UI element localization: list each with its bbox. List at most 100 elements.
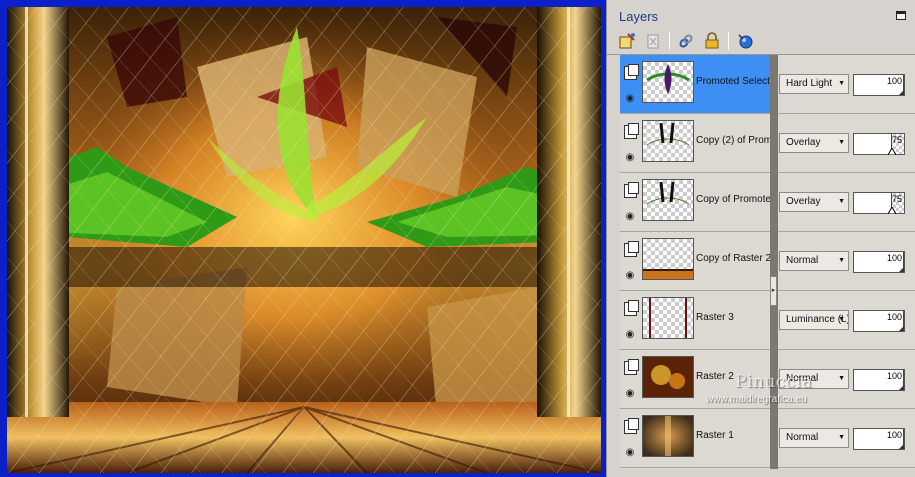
dropdown-arrow-icon: ▼ <box>838 257 845 264</box>
opacity-slider[interactable]: 100 <box>853 251 905 273</box>
layer-thumbnail <box>642 179 694 221</box>
layer-group-toggle-icon[interactable] <box>624 123 639 139</box>
opacity-value: 100 <box>886 76 902 86</box>
layer-name: Copy of Raster 2 <box>696 253 770 264</box>
opacity-fill <box>854 134 892 154</box>
layer-name: Copy of Promoted Selection <box>696 194 770 205</box>
opacity-value: 100 <box>886 430 902 440</box>
dropdown-arrow-icon: ▼ <box>838 434 845 441</box>
dropdown-arrow-icon: ▼ <box>838 80 845 87</box>
opacity-value: 100 <box>886 312 902 322</box>
artwork-image <box>7 7 601 473</box>
watermark-url: www.maidiregrafica.eu <box>706 394 807 405</box>
opacity-slider[interactable]: 100 <box>853 310 905 332</box>
layer-properties-row: Hard Light ▼ 100 <box>778 55 915 114</box>
opacity-slider[interactable]: 75 <box>853 192 905 214</box>
visibility-eye-icon[interactable]: ◉ <box>623 211 637 222</box>
layer-group-toggle-icon[interactable] <box>624 359 639 375</box>
opacity-slider[interactable]: 100 <box>853 74 905 96</box>
opacity-corner-icon <box>899 267 904 272</box>
layer-group-toggle-icon[interactable] <box>624 418 639 434</box>
opacity-corner-icon <box>899 444 904 449</box>
layer-group-toggle-icon[interactable] <box>624 182 639 198</box>
layer-properties-row: Overlay ▼ 75 <box>778 114 915 173</box>
splitter-arrow-icon[interactable]: ▸ <box>770 276 777 306</box>
canvas-artwork[interactable] <box>7 7 601 473</box>
watermark-name: Pinuccia <box>735 372 813 392</box>
opacity-fill <box>854 193 892 213</box>
layers-toolbar <box>617 30 755 52</box>
blend-mode-select[interactable]: Luminance (L) ▼ <box>779 310 849 330</box>
blend-mode-value: Overlay <box>786 196 821 207</box>
toolbar-separator <box>728 32 729 50</box>
layer-row[interactable]: ◉ Copy of Raster 2 <box>620 232 770 291</box>
opacity-value: 75 <box>891 194 902 204</box>
layer-row[interactable]: ◉ Copy of Promoted Selection <box>620 173 770 232</box>
mask-icon[interactable] <box>735 31 755 51</box>
opacity-marker-icon[interactable] <box>888 207 896 214</box>
app-window: Layers ◉ Promoted Selection ◉ Copy (2) of P… <box>0 0 915 477</box>
layer-thumbnail <box>642 120 694 162</box>
layer-row[interactable]: ◉ Copy (2) of Promoted Selection <box>620 114 770 173</box>
visibility-eye-icon[interactable]: ◉ <box>623 388 637 399</box>
layer-thumbnail <box>642 415 694 457</box>
opacity-value: 75 <box>891 135 902 145</box>
dropdown-arrow-icon: ▼ <box>838 375 845 382</box>
blend-mode-select[interactable]: Overlay ▼ <box>779 192 849 212</box>
layer-properties-row: Normal ▼ 100 <box>778 232 915 291</box>
layer-thumbnail <box>642 297 694 339</box>
layer-properties-row: Luminance (L) ▼ 100 <box>778 291 915 350</box>
opacity-slider[interactable]: 100 <box>853 428 905 450</box>
opacity-value: 100 <box>886 253 902 263</box>
panel-splitter[interactable] <box>770 55 778 469</box>
layer-thumbnail <box>642 356 694 398</box>
opacity-corner-icon <box>899 385 904 390</box>
canvas-frame <box>0 0 606 477</box>
layer-thumbnail <box>642 61 694 103</box>
opacity-slider[interactable]: 100 <box>853 369 905 391</box>
delete-layer-icon[interactable] <box>643 31 663 51</box>
layer-group-toggle-icon[interactable] <box>624 300 639 316</box>
layer-properties-row: Normal ▼ 100 <box>778 409 915 468</box>
layer-row[interactable]: ◉ Raster 3 <box>620 291 770 350</box>
blend-mode-select[interactable]: Normal ▼ <box>779 251 849 271</box>
layer-name: Raster 1 <box>696 430 734 441</box>
layer-name: Promoted Selection <box>696 76 770 87</box>
lock-icon[interactable] <box>702 31 722 51</box>
layer-row[interactable]: ◉ Promoted Selection <box>620 55 770 114</box>
dropdown-arrow-icon: ▼ <box>838 198 845 205</box>
blend-mode-select[interactable]: Normal ▼ <box>779 428 849 448</box>
layer-properties: Hard Light ▼ 100 Overlay ▼ 75 Overlay ▼ 75 Normal… <box>778 55 915 469</box>
layer-properties-row: Overlay ▼ 75 <box>778 173 915 232</box>
opacity-slider[interactable]: 75 <box>853 133 905 155</box>
opacity-corner-icon <box>899 326 904 331</box>
layer-group-toggle-icon[interactable] <box>624 64 639 80</box>
blend-mode-value: Overlay <box>786 137 821 148</box>
visibility-eye-icon[interactable]: ◉ <box>623 447 637 458</box>
visibility-eye-icon[interactable]: ◉ <box>623 93 637 104</box>
layer-row[interactable]: ◉ Raster 1 <box>620 409 770 468</box>
blend-mode-value: Normal <box>786 432 819 443</box>
link-icon[interactable] <box>676 31 696 51</box>
layer-name: Copy (2) of Promoted Selection <box>696 135 770 146</box>
visibility-eye-icon[interactable]: ◉ <box>623 152 637 163</box>
layers-panel: Layers ◉ Promoted Selection ◉ Copy (2) of P… <box>606 0 915 477</box>
blend-mode-value: Normal <box>786 255 819 266</box>
blend-mode-value: Hard Light <box>786 78 833 89</box>
dropdown-arrow-icon: ▼ <box>838 316 845 323</box>
toolbar-separator <box>669 32 670 50</box>
layer-group-toggle-icon[interactable] <box>624 241 639 257</box>
opacity-marker-icon[interactable] <box>888 148 896 155</box>
visibility-eye-icon[interactable]: ◉ <box>623 329 637 340</box>
opacity-corner-icon <box>899 90 904 95</box>
visibility-eye-icon[interactable]: ◉ <box>623 270 637 281</box>
new-layer-icon[interactable] <box>617 31 637 51</box>
layer-thumbnail <box>642 238 694 280</box>
opacity-value: 100 <box>886 371 902 381</box>
layer-list: ◉ Promoted Selection ◉ Copy (2) of Promoted… <box>620 55 770 469</box>
panel-maximize-icon[interactable] <box>896 11 906 20</box>
panel-title: Layers <box>619 9 659 24</box>
layer-name: Raster 3 <box>696 312 734 323</box>
blend-mode-select[interactable]: Hard Light ▼ <box>779 74 849 94</box>
blend-mode-select[interactable]: Overlay ▼ <box>779 133 849 153</box>
